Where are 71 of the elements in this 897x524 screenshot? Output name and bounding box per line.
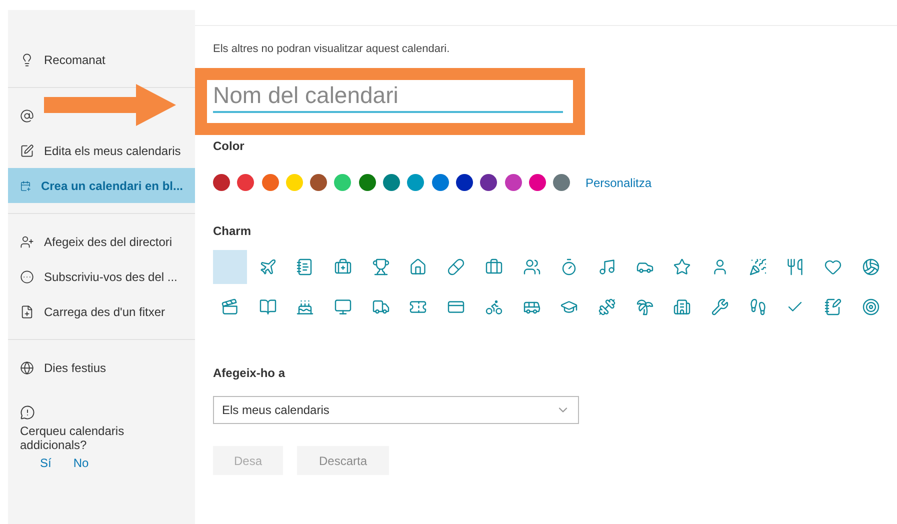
star-icon — [673, 258, 692, 276]
prompt-link[interactable]: No — [73, 456, 89, 470]
notepad-icon — [296, 258, 314, 276]
ball-icon — [862, 258, 880, 276]
person-add-icon — [20, 234, 34, 248]
people-icon — [522, 258, 540, 276]
sidebar-item[interactable]: Afegeix des del directori — [8, 224, 195, 259]
sidebar-item[interactable]: Crea un calendari en bl... — [8, 168, 195, 203]
color-swatch[interactable] — [407, 174, 424, 191]
color-swatch[interactable] — [334, 174, 352, 191]
color-swatch[interactable] — [286, 174, 303, 191]
pill-icon — [447, 258, 466, 276]
at-sign-icon[interactable] — [20, 108, 34, 122]
notebook-icon — [824, 298, 842, 316]
color-swatch[interactable] — [528, 174, 546, 191]
timer-icon — [560, 258, 578, 276]
ticket-icon — [409, 298, 428, 316]
wrench-icon — [710, 298, 729, 316]
sidebar-item[interactable]: Edita els meus calendaris — [8, 133, 195, 168]
trophy-icon — [372, 258, 390, 276]
party-popper-icon — [748, 258, 767, 276]
customize-link[interactable]: Personalitza — [585, 176, 652, 190]
color-swatch[interactable] — [504, 174, 522, 191]
file-add-icon — [20, 304, 34, 318]
footprints-icon — [748, 298, 767, 316]
truck-icon — [372, 298, 390, 316]
privacy-hint: Els altres no podran visualitzar aquest calendari. — [213, 43, 451, 55]
edit-icon — [20, 144, 34, 158]
prompt-text: Cerqueu calendaris addicionals? — [20, 424, 126, 452]
color-swatch[interactable] — [383, 174, 400, 191]
plane-icon — [258, 258, 277, 276]
briefcase-icon — [484, 258, 503, 276]
sidebar-item[interactable]: Dies festius — [8, 350, 195, 385]
color-swatch[interactable] — [310, 174, 328, 191]
credit-card-icon — [447, 298, 466, 316]
bike-icon — [484, 298, 503, 316]
color-swatch[interactable] — [358, 174, 376, 191]
add-to-label: Afegeix-ho a — [213, 366, 286, 380]
color-swatch[interactable] — [480, 174, 498, 191]
globe-icon — [20, 360, 34, 374]
color-swatch[interactable] — [432, 174, 449, 191]
sidebar-item[interactable]: Subscriviu-vos des del ... — [8, 259, 195, 294]
lightbulb-icon — [20, 52, 34, 66]
sidebar-item[interactable]: Carrega des d'un fitxer — [8, 294, 195, 329]
dumbbell-icon — [598, 298, 616, 316]
color-swatch[interactable] — [213, 174, 230, 191]
medical-kit-icon — [334, 258, 352, 276]
music-icon — [598, 258, 616, 276]
color-swatch[interactable] — [456, 174, 473, 191]
chat-alert-icon — [20, 405, 35, 420]
book-icon — [258, 298, 277, 316]
sidebar-item[interactable]: Recomanat — [8, 42, 195, 77]
calendar-select[interactable]: Els meus calendaris — [213, 396, 579, 424]
color-swatch[interactable] — [553, 174, 570, 191]
clapperboard-icon — [221, 298, 239, 316]
color-swatch[interactable] — [237, 174, 254, 191]
ellipsis-icon — [20, 270, 34, 284]
heart-icon — [824, 258, 842, 276]
color-swatch[interactable] — [262, 174, 279, 191]
color-label: Color — [213, 139, 246, 153]
utensils-icon — [786, 258, 804, 276]
palm-tree-icon — [636, 298, 654, 316]
cake-icon — [296, 298, 314, 316]
prompt-link[interactable]: Sí — [40, 456, 52, 470]
charm-label: Charm — [213, 224, 252, 238]
calendar-plus-icon — [20, 178, 31, 192]
building-icon — [673, 298, 692, 316]
house-icon — [409, 258, 428, 276]
target-icon — [862, 298, 880, 316]
graduation-cap-icon — [560, 298, 578, 316]
monitor-icon — [334, 298, 352, 316]
